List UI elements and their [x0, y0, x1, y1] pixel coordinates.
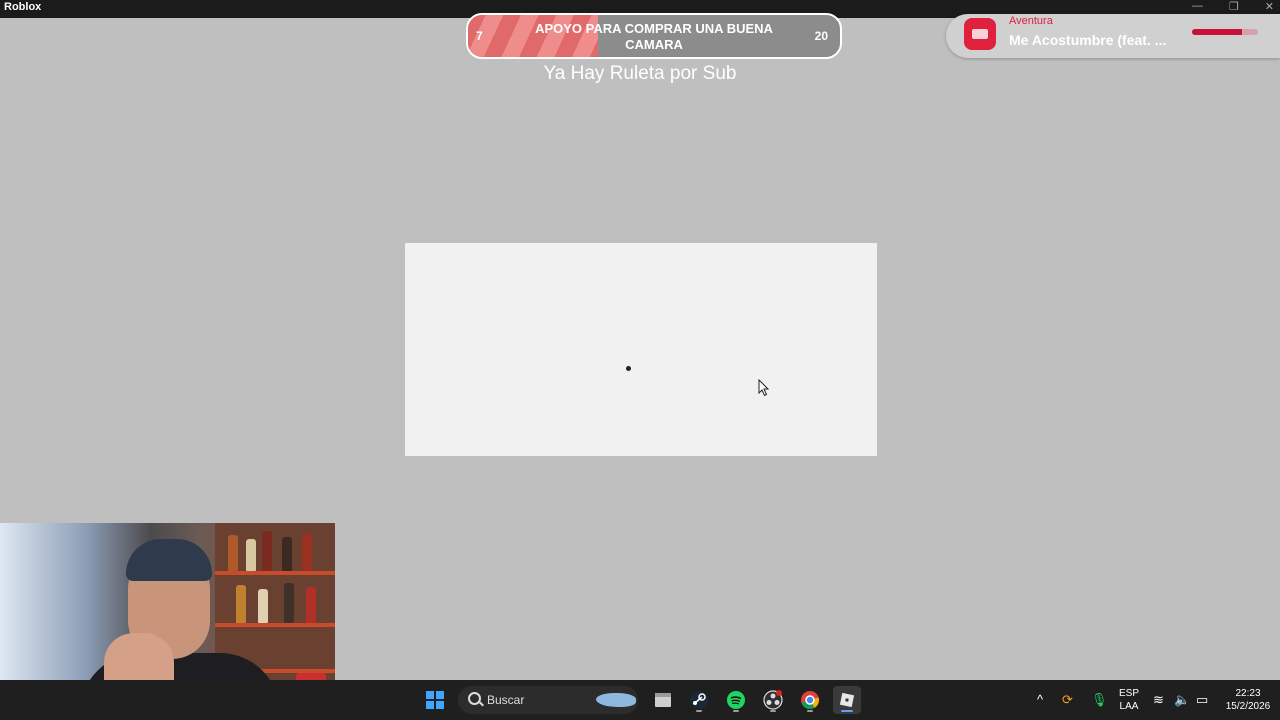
- search-highlight-icon: [596, 693, 636, 707]
- now-playing-title: Me Acostumbre (feat. ...: [1009, 32, 1167, 48]
- clock[interactable]: 22:23 15/2/2026: [1220, 687, 1276, 713]
- close-button[interactable]: ✕: [1265, 0, 1274, 13]
- goal-subtitle: Ya Hay Ruleta por Sub: [543, 63, 737, 84]
- goal-current-value: 7: [476, 29, 483, 43]
- clock-date: 15/2/2026: [1225, 701, 1271, 712]
- now-playing-progress: [1192, 29, 1258, 35]
- chrome-icon[interactable]: [796, 686, 824, 714]
- search-icon: [468, 692, 481, 705]
- restore-button[interactable]: ❐: [1229, 0, 1239, 13]
- microphone-icon[interactable]: 🎙: [1091, 692, 1108, 708]
- sync-icon[interactable]: ⟳: [1062, 692, 1073, 708]
- wifi-icon[interactable]: ≋: [1153, 692, 1164, 708]
- goal-title: APOYO PARA COMPRAR UNA BUENA CAMARA: [535, 21, 773, 52]
- loading-indicator: [626, 366, 631, 371]
- now-playing-artist: Aventura: [1009, 15, 1053, 27]
- goal-target-value: 20: [814, 29, 828, 43]
- file-explorer-icon[interactable]: [649, 686, 677, 714]
- search-placeholder: Buscar: [487, 693, 525, 707]
- now-playing-widget: Aventura Me Acostumbre (feat. ...: [946, 14, 1280, 58]
- donation-goal-bar: 7 APOYO PARA COMPRAR UNA BUENA CAMARA 20: [466, 13, 842, 59]
- taskbar-search[interactable]: Buscar: [458, 686, 638, 714]
- window-title: Roblox: [4, 1, 42, 13]
- obs-icon[interactable]: [759, 686, 787, 714]
- language-indicator[interactable]: ESP LAA: [1118, 687, 1140, 713]
- volume-icon[interactable]: 🔈: [1174, 692, 1190, 708]
- battery-icon[interactable]: ▭: [1196, 692, 1208, 708]
- spotify-icon[interactable]: [722, 686, 750, 714]
- taskbar: Buscar ^ ⟳ 🎙 ESP LAA ≋ 🔈 ▭ 22:23 15/2/20…: [0, 680, 1280, 720]
- roblox-icon[interactable]: [833, 686, 861, 714]
- clock-time: 22:23: [1235, 688, 1261, 699]
- windows-start-icon[interactable]: [421, 686, 449, 714]
- window-controls: — ❐ ✕: [1192, 0, 1274, 13]
- minimize-button[interactable]: —: [1192, 0, 1203, 13]
- language-code: ESP: [1118, 688, 1139, 699]
- music-app-icon: [964, 18, 996, 50]
- tray-overflow-chevron-icon[interactable]: ^: [1037, 692, 1043, 707]
- game-loading-panel: [405, 243, 877, 456]
- now-playing-progress-fill: [1192, 29, 1242, 35]
- keyboard-layout: LAA: [1119, 701, 1139, 712]
- webcam-person-cap: [126, 539, 212, 581]
- steam-icon[interactable]: [685, 686, 713, 714]
- mouse-cursor-icon: [758, 379, 770, 397]
